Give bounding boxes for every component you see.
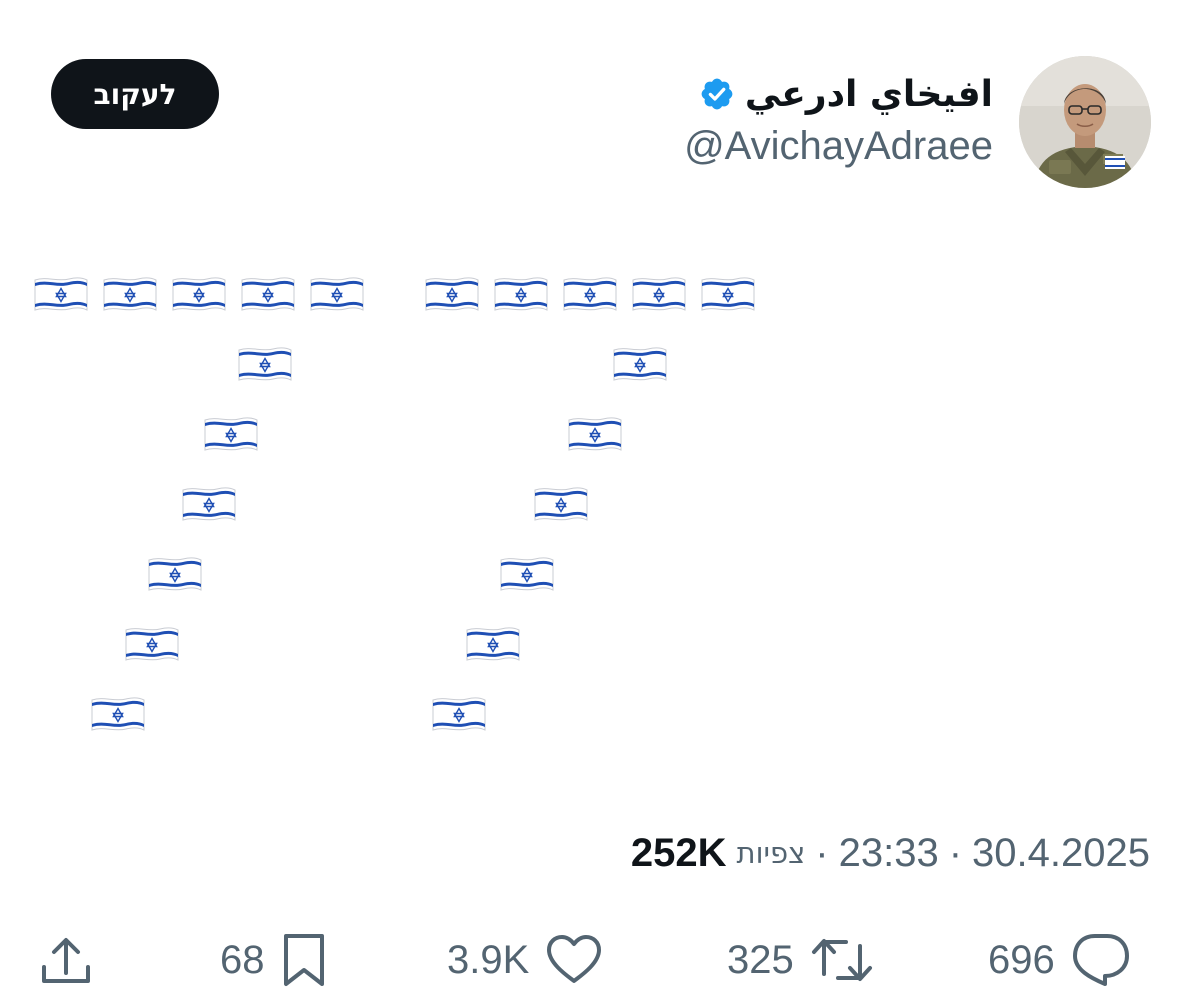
israel-flag-emoji xyxy=(500,557,554,591)
israel-flag-emoji xyxy=(91,697,145,731)
bookmark-count: 68 xyxy=(220,937,265,982)
israel-flag-emoji xyxy=(103,277,157,311)
israel-flag-emoji xyxy=(204,417,258,451)
post-time[interactable]: 23:33 xyxy=(839,831,939,876)
israel-flag-emoji xyxy=(632,277,686,311)
israel-flag-emoji xyxy=(568,417,622,451)
profile-photo xyxy=(1019,56,1151,188)
israel-flag-emoji xyxy=(310,277,364,311)
views-count[interactable]: 252K xyxy=(631,831,727,876)
israel-flag-emoji xyxy=(613,347,667,381)
israel-flag-emoji xyxy=(34,277,88,311)
israel-flag-emoji xyxy=(148,557,202,591)
israel-flag-emoji xyxy=(494,277,548,311)
israel-flag-emoji xyxy=(466,627,520,661)
heart-icon xyxy=(547,935,602,983)
reply-count: 696 xyxy=(988,937,1055,982)
avatar[interactable] xyxy=(1019,56,1151,188)
israel-flag-emoji xyxy=(563,277,617,311)
repost-icon xyxy=(811,939,872,981)
israel-flag-emoji xyxy=(534,487,588,521)
meta-separator: · xyxy=(815,830,829,875)
israel-flag-emoji xyxy=(701,277,755,311)
israel-flag-emoji xyxy=(241,277,295,311)
post-meta: 252K צפיות · 23:33 · 30.4.2025 xyxy=(631,826,1150,880)
repost-count: 325 xyxy=(727,937,794,982)
follow-button[interactable]: לעקוב xyxy=(51,59,219,129)
post-date[interactable]: 30.4.2025 xyxy=(972,831,1150,876)
verified-badge-icon xyxy=(701,78,733,110)
israel-flag-emoji xyxy=(432,697,486,731)
israel-flag-emoji xyxy=(238,347,292,381)
bookmark-icon xyxy=(283,934,324,986)
views-label: צפיות xyxy=(736,836,806,870)
author-name-row: افيخاي ادرعي xyxy=(699,66,993,122)
israel-flag-emoji xyxy=(182,487,236,521)
israel-flag-emoji xyxy=(125,627,179,661)
author-handle[interactable]: @AvichayAdraee xyxy=(684,124,993,169)
reply-icon xyxy=(1072,934,1129,986)
israel-flag-emoji xyxy=(425,277,479,311)
author-display-name[interactable]: افيخاي ادرعي xyxy=(745,74,993,115)
meta-separator: · xyxy=(948,830,963,875)
share-icon xyxy=(42,938,90,983)
israel-flag-emoji xyxy=(172,277,226,311)
like-count: 3.9K xyxy=(447,937,530,982)
